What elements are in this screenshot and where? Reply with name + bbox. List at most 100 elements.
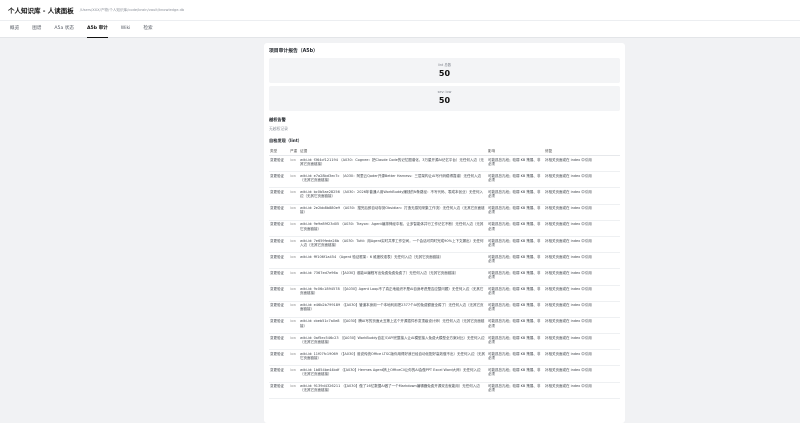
table-row: 变更验证 low wiki-id: cbeb51c7a0e8 （【A030】腾AI写… [269, 317, 620, 335]
cell-impact: 可能孤岛孔段；较弱 KB 策展、非必须 [487, 252, 544, 270]
findings-table: 类型 严重 证据 影响 修复 变更验证 low wiki-id: f364cf121… [269, 147, 620, 399]
cell-impact: 可能孤岛孔段；较弱 KB 策展、非必须 [487, 236, 544, 254]
tab-graph[interactable]: 图谱 [32, 20, 41, 38]
cell-severity: low [289, 171, 299, 189]
cell-evidence: wiki-id: cbeb51c7a0e8 （【A030】腾AI写的页面太丑第上… [299, 317, 487, 335]
cell-severity: low [289, 301, 299, 318]
stat-label: lint 总数 [437, 63, 452, 67]
cell-fix: 补相关页面或在 index 中引用 [544, 301, 620, 318]
stat-lint-total: lint 总数 50 [269, 58, 620, 83]
cell-impact: 可能孤岛孔段；较弱 KB 策展、非必须 [487, 220, 544, 237]
tab-bar: 概览 图谱 A5a 状态 A5b 审计 Wiki 检索 [0, 20, 800, 38]
cell-evidence: wiki-id: 7367ed7e96a （【A030】谁能AI编程写出免费免费… [299, 268, 487, 286]
cell-fix: 补相关页面或在 index 中引用 [544, 155, 620, 173]
cell-evidence: wiki-id: bc0b5ae28256 （A030：2026年普通人用Wor… [299, 187, 487, 205]
cell-severity: low [289, 187, 299, 205]
col-fix-header: 修复 [544, 147, 620, 156]
tab-search[interactable]: 检索 [143, 20, 152, 38]
report-title: 项目审计报告（A5b） [269, 49, 318, 54]
table-row: 变更验证 low wiki-id: bc0b5ae28256 （A030：2026年… [269, 187, 620, 205]
cell-fix: 补相关页面或在 index 中引用 [544, 317, 620, 335]
cell-type: 变更验证 [269, 155, 289, 173]
cell-severity: low [289, 236, 299, 254]
stat-value: 50 [438, 96, 451, 105]
cell-impact: 可能孤岛孔段；较弱 KB 策展、非必须 [487, 155, 544, 173]
cell-type: 变更验证 [269, 268, 289, 286]
cell-impact: 可能孤岛孔段；较弱 KB 策展、非必须 [487, 187, 544, 205]
cell-severity: low [289, 204, 299, 221]
cell-impact: 可能孤岛孔段；较弱 KB 策展、非必须 [487, 268, 544, 286]
table-row: 变更验证 low wiki-id: 7e659fede28b （A030：Tutti… [269, 236, 620, 254]
findings-body: 变更验证 low wiki-id: f364cf121194 （A030：Cogne… [269, 155, 620, 399]
col-evidence-header: 证据 [299, 147, 487, 156]
table-row: 变更验证 low wiki-id: fff106f1a454 （Agent 验证框架… [269, 252, 620, 270]
cell-severity: low [289, 220, 299, 237]
cell-type: 变更验证 [269, 365, 289, 383]
cell-fix: 补相关页面或在 index 中引用 [544, 252, 620, 270]
cell-fix: 补相关页面或在 index 中引用 [544, 220, 620, 237]
table-row: 变更验证 low wiki-id: e46b2b799189 （【A030】管道本身… [269, 301, 620, 318]
cell-evidence: wiki-id: fff106f1a454 （Agent 验证框架：6 维度校准… [299, 252, 487, 270]
cell-fix: 补相关页面或在 index 中引用 [544, 285, 620, 302]
stat-sev-low: sev: low 50 [269, 86, 620, 111]
table-row: 变更验证 low wiki-id: 9139d4326211 （【A030】做了16… [269, 382, 620, 399]
table-row: 变更验证 low wiki-id: f364cf121194 （A030：Cogne… [269, 155, 620, 173]
app-title: 个人知识库 - 人读面板 [8, 7, 74, 15]
tab-a5a-status[interactable]: A5a 状态 [54, 20, 74, 38]
cell-impact: 可能孤岛孔段；较弱 KB 策展、非必须 [487, 349, 544, 367]
table-row: 变更验证 low wiki-id: 0af5ec546c23 （【A030】Work… [269, 333, 620, 351]
cell-fix: 补相关页面或在 index 中引用 [544, 333, 620, 351]
cell-severity: low [289, 268, 299, 286]
stat-label: sev: low [437, 90, 452, 94]
cell-type: 变更验证 [269, 382, 289, 399]
cell-fix: 补相关页面或在 index 中引用 [544, 349, 620, 367]
cell-severity: low [289, 285, 299, 302]
cell-impact: 可能孤岛孔段；较弱 KB 策展、非必须 [487, 301, 544, 318]
cell-fix: 补相关页面或在 index 中引用 [544, 187, 620, 205]
col-impact-header: 影响 [487, 147, 544, 156]
cell-type: 变更验证 [269, 301, 289, 318]
cell-severity: low [289, 252, 299, 270]
cell-evidence: wiki-id: 0af5ec546c23 （【A030】WorkBuddy自定… [299, 333, 487, 351]
cell-type: 变更验证 [269, 220, 289, 237]
cell-severity: low [289, 382, 299, 399]
col-severity-header: 严重 [289, 147, 299, 156]
cell-type: 变更验证 [269, 236, 289, 254]
stat-value: 50 [438, 69, 451, 78]
findings-heading: 自检发现（lint） [269, 138, 302, 143]
cell-impact: 可能孤岛孔段；较弱 KB 策展、非必须 [487, 204, 544, 221]
cell-type: 变更验证 [269, 252, 289, 270]
violations-heading: 越权告警 [269, 117, 286, 122]
cell-fix: 补相关页面或在 index 中引用 [544, 236, 620, 254]
cell-evidence: wiki-id: 7e659fede28b （A030：Tutti：用Agent… [299, 236, 487, 254]
cell-evidence: wiki-id: 2e2bb8b880e9 （A030：搜完后即自动存到Obsi… [299, 204, 487, 221]
cell-severity: low [289, 365, 299, 383]
cell-type: 变更验证 [269, 333, 289, 351]
cell-impact: 可能孤岛孔段；较弱 KB 策展、非必须 [487, 333, 544, 351]
tab-wiki[interactable]: Wiki [121, 20, 131, 38]
cell-type: 变更验证 [269, 187, 289, 205]
cell-impact: 可能孤岛孔段；较弱 KB 策展、非必须 [487, 317, 544, 335]
cell-fix: 补相关页面或在 index 中引用 [544, 204, 620, 221]
table-row: 变更验证 low wiki-id: 9e9e89f23d05 （A030：Trayo… [269, 220, 620, 237]
cell-impact: 可能孤岛孔段；较弱 KB 策展、非必须 [487, 382, 544, 399]
table-row: 变更验证 low wiki-id: 2e2bb8b880e9 （A030：搜完后即自… [269, 204, 620, 221]
cell-evidence: wiki-id: e46b2b799189 （【A030】管道本身用一个本地利用… [299, 301, 487, 318]
top-bar: 个人知识库 - 人读面板 /Users/XXX/产物/个人知识库/code/br… [0, 0, 800, 20]
table-row: 变更验证 low wiki-id: 1b854be44bdf （【A030】Herm… [269, 365, 620, 383]
cell-fix: 补相关页面或在 index 中引用 [544, 365, 620, 383]
cell-evidence: wiki-id: 9139d4326211 （【A030】做了16亿数据AI做了… [299, 382, 487, 399]
audit-report-card: 项目审计报告（A5b） lint 总数 50 sev: low 50 越权告警 … [264, 43, 625, 423]
col-type-header: 类型 [269, 147, 289, 156]
cell-severity: low [289, 155, 299, 173]
tab-a5b-audit[interactable]: A5b 审计 [86, 20, 108, 38]
cell-type: 变更验证 [269, 349, 289, 367]
cell-severity: low [289, 349, 299, 367]
tab-overview[interactable]: 概览 [10, 20, 19, 38]
cell-evidence: wiki-id: f364cf121194 （A030：Cognee：把Clau… [299, 155, 487, 173]
table-row: 变更验证 low wiki-id: e7a28bd3ec7c （A030：阿里云Qo… [269, 171, 620, 189]
cell-severity: low [289, 317, 299, 335]
cell-impact: 可能孤岛孔段；较弱 KB 策展、非必须 [487, 285, 544, 302]
table-row: 变更验证 low wiki-id: 7367ed7e96a （【A030】谁能AI编… [269, 268, 620, 286]
cell-evidence: wiki-id: e7a28bd3ec7c （A030：阿里云Qoder开源Be… [299, 171, 487, 189]
